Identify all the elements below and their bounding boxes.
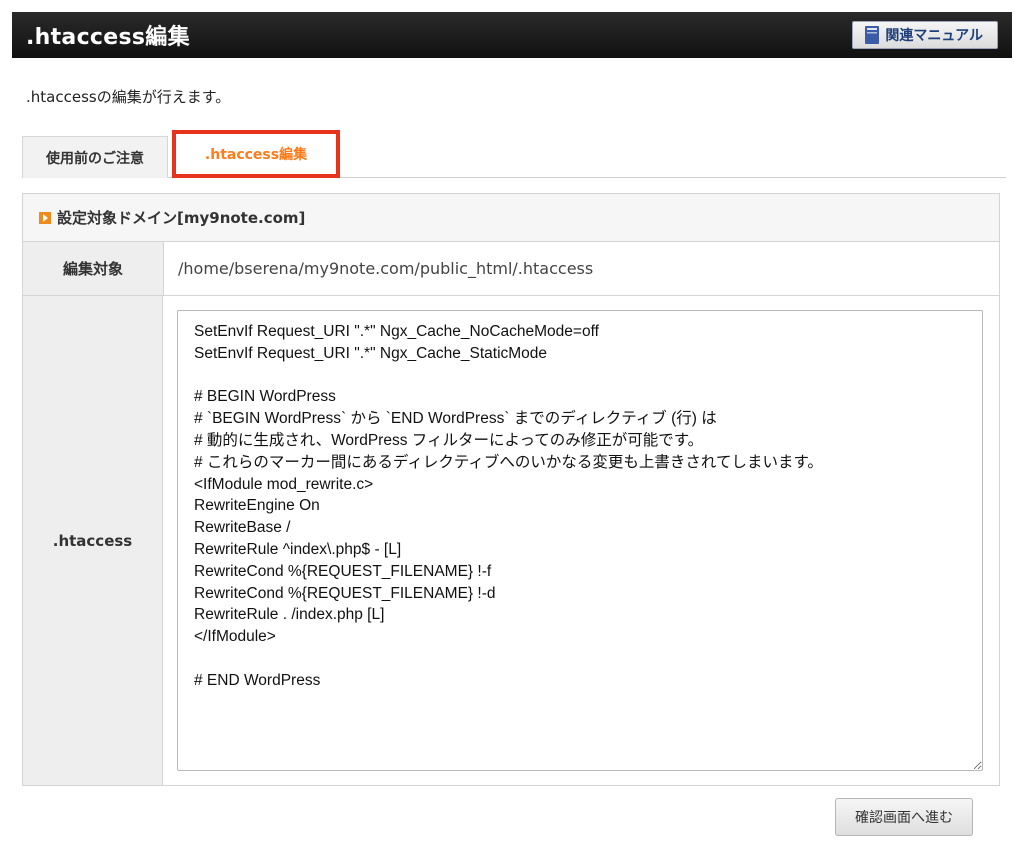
intro-text: .htaccessの編集が行えます。 xyxy=(26,88,231,106)
target-domain-heading: 設定対象ドメイン[my9note.com] xyxy=(57,209,306,227)
arrow-right-icon xyxy=(39,211,51,224)
edit-target-row: 編集対象 /home/bserena/my9note.com/public_ht… xyxy=(23,242,999,296)
edit-target-path: /home/bserena/my9note.com/public_html/.h… xyxy=(178,259,594,278)
settings-panel: 設定対象ドメイン[my9note.com] 編集対象 /home/bserena… xyxy=(22,193,1000,786)
htaccess-editor-cell: SetEnvIf Request_URI ".*" Ngx_Cache_NoCa… xyxy=(163,296,999,785)
panel-heading: 設定対象ドメイン[my9note.com] xyxy=(23,194,999,242)
htaccess-label: .htaccess xyxy=(23,296,163,785)
book-icon xyxy=(865,26,880,44)
htaccess-editor[interactable]: SetEnvIf Request_URI ".*" Ngx_Cache_NoCa… xyxy=(177,310,983,771)
edit-target-label: 編集対象 xyxy=(23,242,164,295)
htaccess-row: .htaccess SetEnvIf Request_URI ".*" Ngx_… xyxy=(23,296,999,785)
page-header: .htaccess編集 関連マニュアル xyxy=(12,12,1012,58)
proceed-to-confirm-button[interactable]: 確認画面へ進む xyxy=(835,798,973,836)
related-manual-label: 関連マニュアル xyxy=(885,28,983,44)
tab-usage-caution[interactable]: 使用前のご注意 xyxy=(22,136,168,178)
tab-htaccess-edit[interactable]: .htaccess編集 xyxy=(172,130,340,178)
tab-bar: 使用前のご注意 .htaccess編集 xyxy=(22,130,1006,178)
related-manual-button[interactable]: 関連マニュアル xyxy=(852,21,998,49)
page-title: .htaccess編集 xyxy=(26,25,190,50)
